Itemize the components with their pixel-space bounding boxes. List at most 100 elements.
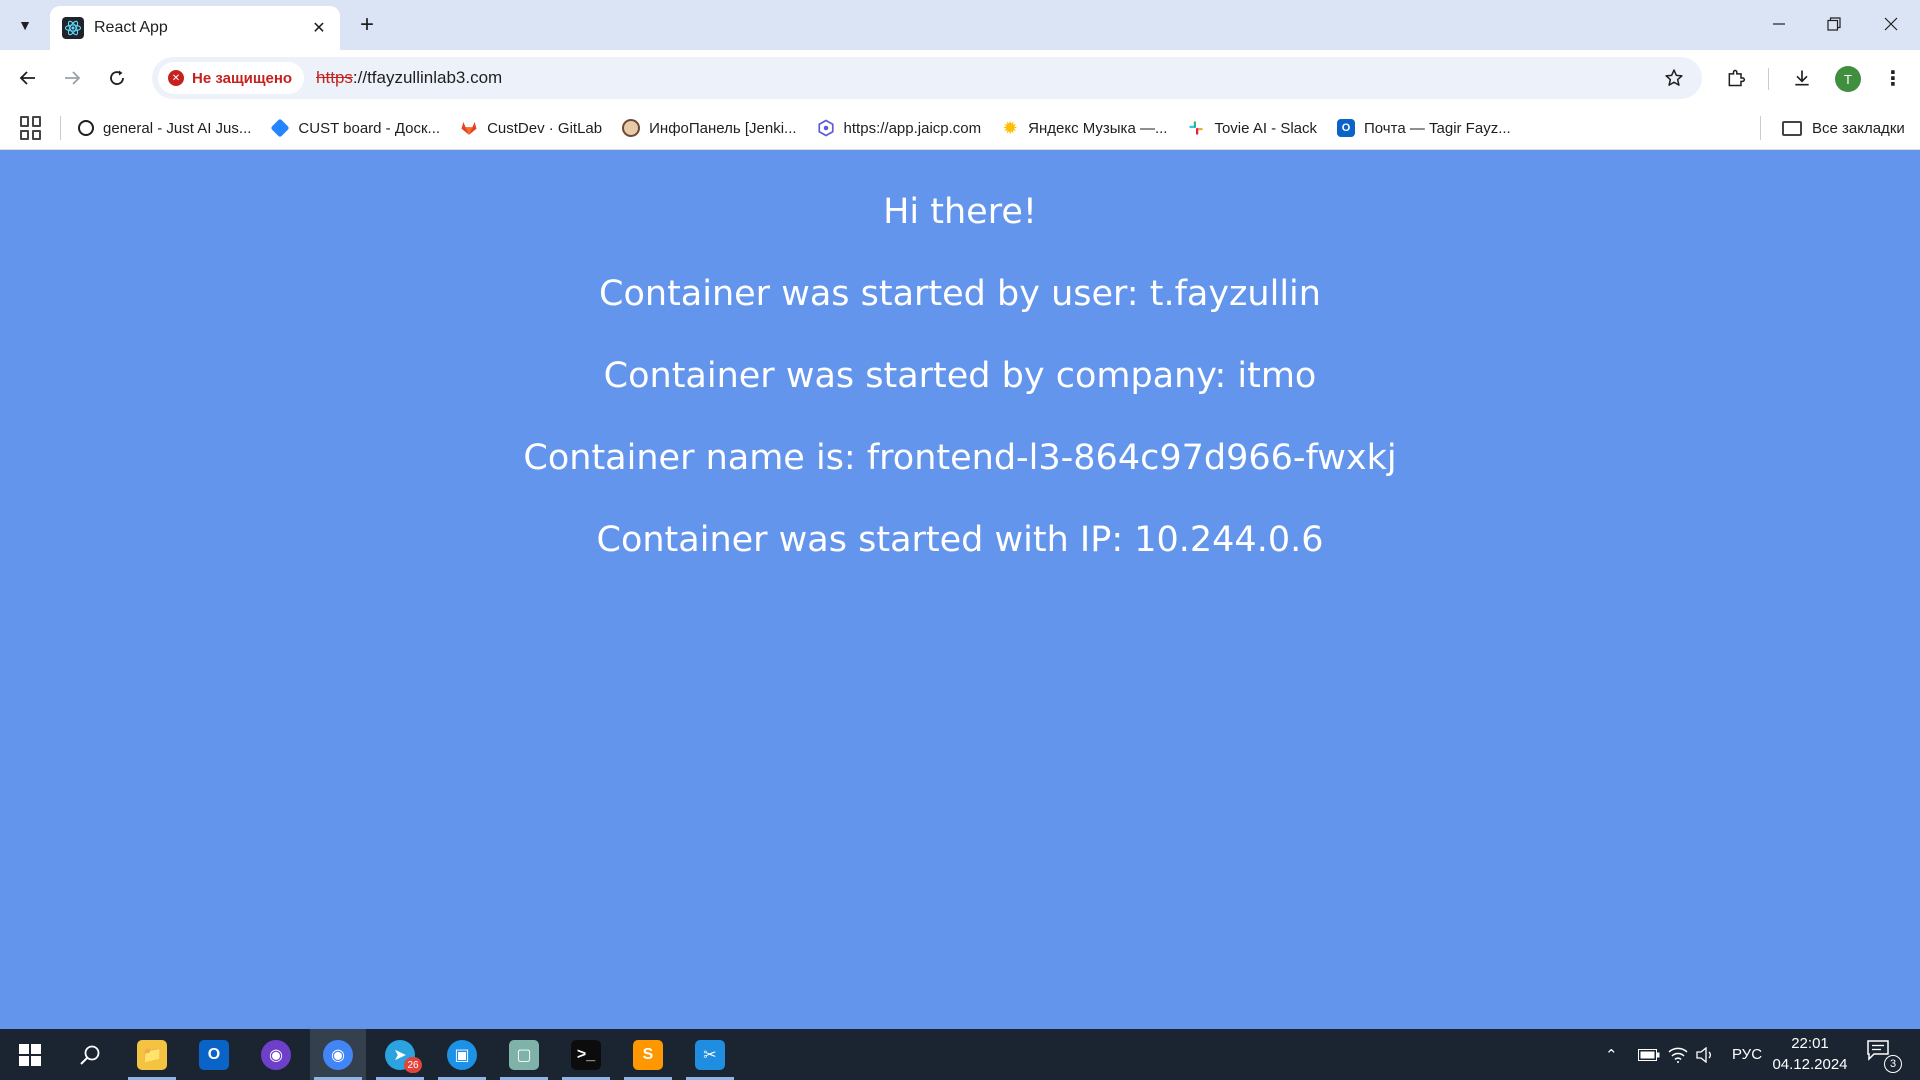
bookmark-item[interactable]: ИнфоПанель [Jenki... [622,119,797,137]
bookmark-item[interactable]: Tovie AI - Slack [1187,119,1317,137]
restore-icon [1827,17,1841,31]
bookmarks-bar: general - Just AI Jus... CUST board - До… [0,106,1920,150]
window-close-button[interactable] [1862,0,1920,48]
tab-strip: ▼ React App ✕ + [0,0,1920,50]
close-icon[interactable]: ✕ [308,17,330,39]
tab-react-app[interactable]: React App ✕ [50,6,340,50]
profile-avatar[interactable]: T [1835,66,1861,92]
close-icon [1884,17,1898,31]
minimize-button[interactable] [1750,0,1808,48]
chevron-down-icon: ▼ [18,17,32,33]
bookmark-item[interactable]: CustDev · GitLab [460,119,602,137]
bookmark-item[interactable]: CUST board - Доск... [270,118,440,138]
tab-search-button[interactable]: ▼ [8,8,42,42]
outlook-icon: O [1337,119,1356,137]
chrome-icon: ◉ [323,1039,353,1070]
all-bookmarks-label: Все закладки [1812,119,1905,137]
taskbar-app-terminal[interactable]: >_ [558,1029,614,1080]
container-ip-text: Container was started with IP: 10.244.0.… [596,520,1324,560]
just-ai-icon [78,120,94,136]
clock[interactable]: 22:01 04.12.2024 [1762,1033,1858,1075]
container-name-text: Container name is: frontend-l3-864c97d96… [523,438,1397,478]
bookmark-label: https://app.jaicp.com [843,119,982,137]
browser-menu-button[interactable]: ⋮ [1875,60,1911,96]
security-label: Не защищено [192,69,293,87]
bookmark-label: general - Just AI Jus... [103,119,252,137]
outlook-icon: O [199,1039,229,1070]
windows-logo-icon [19,1043,41,1066]
language-indicator[interactable]: РУС [1732,1029,1762,1080]
bookmark-item[interactable]: general - Just AI Jus... [78,120,251,137]
volume-icon[interactable] [1696,1029,1716,1080]
jaicp-icon [817,119,835,137]
bookmark-item[interactable]: ✹ Яндекс Музыка —... [1001,117,1168,138]
more-vertical-icon: ⋮ [1883,67,1903,90]
start-button[interactable] [2,1029,58,1080]
reload-icon [110,70,124,85]
arrow-left-icon [19,71,35,85]
gitlab-icon [460,119,478,137]
jenkins-icon [622,119,641,137]
taskbar-app-outlook[interactable]: O [186,1029,242,1080]
notification-count-badge: 3 [1884,1055,1902,1073]
jira-icon [270,118,290,138]
taskbar-app-file-explorer[interactable]: 📁 [124,1029,180,1080]
toolbar-divider [1768,68,1769,90]
clock-time: 22:01 [1791,1035,1829,1052]
taskbar-app-docker[interactable]: ▣ [434,1029,490,1080]
reload-button[interactable] [99,60,135,96]
all-bookmarks-button[interactable]: Все закладки [1782,106,1905,150]
taskbar-app-telegram[interactable]: ➤ 26 [372,1029,428,1080]
new-tab-button[interactable]: + [352,10,382,40]
back-button[interactable] [10,60,46,96]
security-indicator[interactable]: ✕ Не защищено [158,62,305,94]
notes-app-icon: ▢ [509,1039,539,1070]
taskbar-app-sublime-text[interactable]: S [620,1029,676,1080]
star-icon [1665,69,1683,86]
docker-icon: ▣ [447,1039,477,1070]
taskbar-app-github-desktop[interactable]: ◉ [248,1029,304,1080]
clock-date: 04.12.2024 [1772,1056,1848,1073]
taskbar-app-snipping-tool[interactable]: ✂ [682,1029,738,1080]
folder-icon [1782,120,1802,136]
extensions-button[interactable] [1718,60,1754,96]
taskbar-app-chrome[interactable]: ◉ [310,1029,366,1080]
slack-icon [1187,119,1205,137]
battery-icon[interactable] [1638,1029,1660,1080]
bookmarks-list: general - Just AI Jus... CUST board - До… [78,106,1531,150]
wifi-icon[interactable] [1668,1029,1688,1080]
address-bar[interactable]: ✕ Не защищено https://tfayzullinlab3.com [152,57,1702,99]
forward-button[interactable] [54,60,90,96]
bookmark-label: Tovie AI - Slack [1214,119,1318,137]
sublime-text-icon: S [633,1039,663,1070]
notifications-button[interactable]: 3 [1866,1039,1902,1073]
snipping-tool-icon: ✂ [695,1039,725,1070]
plus-icon: + [359,11,374,38]
bookmarks-divider [1760,116,1761,140]
page-viewport: Hi there! Container was started by user:… [0,151,1920,1029]
yandex-music-icon: ✹ [1002,117,1018,138]
downloads-button[interactable] [1784,60,1820,96]
taskbar-app-notes-app[interactable]: ▢ [496,1029,552,1080]
bookmark-star-button[interactable] [1658,62,1690,94]
bookmark-label: CustDev · GitLab [487,119,603,137]
restore-button[interactable] [1805,0,1863,48]
windows-taskbar: 📁 O ◉ ◉ ➤ 26 ▣ ▢ >_ S ✂ ⌃ РУС 22:01 04.12.2024 3 [0,1029,1920,1080]
chevron-up-icon: ⌃ [1605,1046,1618,1064]
url-scheme: https [316,68,353,87]
github-desktop-icon: ◉ [261,1039,291,1070]
search-button[interactable] [62,1029,118,1080]
arrow-right-icon [65,71,81,85]
url-host: ://tfayzullinlab3.com [352,68,503,87]
bookmark-item[interactable]: O Почта — Tagir Fayz... [1337,119,1511,137]
bookmark-label: ИнфоПанель [Jenki... [649,119,797,137]
tab-title: React App [94,19,168,36]
app-content: Hi there! Container was started by user:… [0,187,1920,597]
url-text[interactable]: https://tfayzullinlab3.com [316,68,502,88]
show-hidden-icons-button[interactable]: ⌃ [1605,1029,1618,1080]
download-icon [1795,70,1809,86]
browser-toolbar: ✕ Не защищено https://tfayzullinlab3.com… [0,50,1920,106]
apps-grid-icon[interactable] [20,116,44,140]
not-secure-icon: ✕ [168,70,184,86]
bookmark-item[interactable]: https://app.jaicp.com [817,119,982,137]
